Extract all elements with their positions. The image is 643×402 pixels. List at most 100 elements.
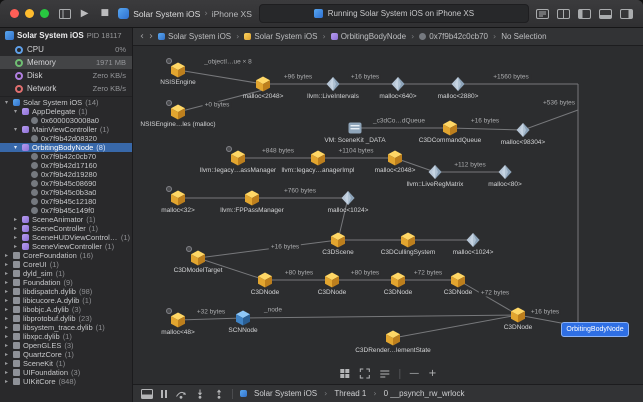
minimize-window-button[interactable]: [25, 9, 34, 18]
graph-node-cube[interactable]: [243, 189, 261, 207]
scheme-selector[interactable]: Solar System iOS › iPhone XS: [118, 8, 252, 19]
disclosure-closed-icon[interactable]: ▸: [3, 288, 10, 295]
close-window-button[interactable]: [10, 9, 19, 18]
breadcrumb-item[interactable]: 0x7f9b42c0cb70: [419, 32, 488, 41]
tree-item[interactable]: ▸UIFoundation(3): [0, 368, 132, 377]
step-out-icon[interactable]: [213, 389, 225, 399]
graph-node-selected[interactable]: OrbitingBodyNode: [561, 322, 629, 337]
graph-node-diamond[interactable]: [464, 231, 482, 249]
tree-item[interactable]: ▸QuartzCore(1): [0, 350, 132, 359]
debug-frame[interactable]: 0 __psynch_rw_wrlock: [384, 389, 465, 398]
tree-item[interactable]: ▸libobjc.A.dylib(3): [0, 305, 132, 314]
graph-node-cube[interactable]: [189, 249, 207, 267]
forward-button[interactable]: ›: [149, 32, 153, 42]
breadcrumb-item[interactable]: No Selection: [501, 32, 546, 41]
fullscreen-window-button[interactable]: [40, 9, 49, 18]
breadcrumb-item[interactable]: Solar System iOS: [244, 32, 317, 41]
disclosure-closed-icon[interactable]: ▸: [3, 306, 10, 313]
tree-item[interactable]: ▸dyld_sim(1): [0, 269, 132, 278]
graph-orientation-icon[interactable]: [339, 368, 350, 379]
disclosure-open-icon[interactable]: ▾: [3, 99, 10, 106]
graph-node-cube[interactable]: [169, 61, 187, 79]
tree-item[interactable]: ▾OrbitingBodyNode(8): [0, 143, 132, 152]
zoom-out-button[interactable]: —: [409, 369, 419, 379]
disclosure-open-icon[interactable]: ▾: [12, 126, 19, 133]
tree-item[interactable]: ▸UIKitCore(848): [0, 377, 132, 386]
tree-item[interactable]: ▸libxpc.dylib(1): [0, 332, 132, 341]
gauge-row-disk[interactable]: DiskZero KB/s: [0, 69, 132, 82]
process-row[interactable]: Solar System iOS PID 18117: [0, 28, 132, 43]
graph-node-vm[interactable]: [346, 119, 364, 137]
graph-node-diamond[interactable]: [449, 75, 467, 93]
tree-item[interactable]: ▸SceneAnimator(1): [0, 215, 132, 224]
disclosure-open-icon[interactable]: ▾: [12, 144, 19, 151]
graph-node-cube[interactable]: [386, 149, 404, 167]
tree-item[interactable]: 0x6000030008a0: [0, 116, 132, 125]
disclosure-closed-icon[interactable]: ▸: [3, 324, 10, 331]
tree-item[interactable]: ▸SceneKit(1): [0, 359, 132, 368]
tree-item[interactable]: 0x7f9b42d19280: [0, 170, 132, 179]
graph-node-cube[interactable]: [169, 189, 187, 207]
graph-node-cube[interactable]: [254, 75, 272, 93]
graph-node-diamond[interactable]: [389, 75, 407, 93]
hide-inspector-icon[interactable]: [620, 9, 633, 19]
graph-node-diamond[interactable]: [339, 189, 357, 207]
disclosure-closed-icon[interactable]: ▸: [3, 342, 10, 349]
tree-item[interactable]: ▸OpenGLES(3): [0, 341, 132, 350]
breadcrumb-item[interactable]: Solar System iOS: [158, 32, 231, 41]
stop-button[interactable]: ■: [98, 6, 111, 22]
tree-item[interactable]: ▸SceneViewController(1): [0, 242, 132, 251]
assistant-editor-icon[interactable]: [557, 9, 570, 19]
tree-item[interactable]: 0x7f9b42d08320: [0, 134, 132, 143]
tree-item[interactable]: ▾Solar System iOS(14): [0, 98, 132, 107]
pause-icon[interactable]: [160, 389, 168, 399]
graph-node-cube[interactable]: [399, 231, 417, 249]
disclosure-closed-icon[interactable]: ▸: [12, 216, 19, 223]
disclosure-closed-icon[interactable]: ▸: [3, 279, 10, 286]
disclosure-open-icon[interactable]: ▾: [12, 108, 19, 115]
disclosure-closed-icon[interactable]: ▸: [3, 297, 10, 304]
disclosure-closed-icon[interactable]: ▸: [3, 369, 10, 376]
run-button[interactable]: ▶: [78, 6, 91, 22]
step-over-icon[interactable]: [175, 389, 187, 399]
debug-thread[interactable]: Thread 1: [334, 389, 366, 398]
graph-node-cube[interactable]: [384, 329, 402, 347]
tree-item[interactable]: 0x7f9b45c149f0: [0, 206, 132, 215]
disclosure-closed-icon[interactable]: ▸: [12, 225, 19, 232]
disclosure-closed-icon[interactable]: ▸: [12, 234, 19, 241]
tree-item[interactable]: 0x7f9b42c0cb70: [0, 152, 132, 161]
breadcrumb-item[interactable]: OrbitingBodyNode: [331, 32, 406, 41]
tree-item[interactable]: ▸libdispatch.dylib(98): [0, 287, 132, 296]
graph-node-cube[interactable]: [509, 306, 527, 324]
graph-node-diamond[interactable]: [496, 163, 514, 181]
graph-node-cube[interactable]: [441, 119, 459, 137]
graph-node-cube[interactable]: [323, 271, 341, 289]
disclosure-closed-icon[interactable]: ▸: [3, 270, 10, 277]
graph-node-cube[interactable]: [389, 271, 407, 289]
hide-debug-area-icon[interactable]: [599, 9, 612, 19]
back-button[interactable]: ‹: [140, 32, 144, 42]
debug-area-toggle-icon[interactable]: [141, 389, 153, 399]
tree-item[interactable]: ▸SceneController(1): [0, 224, 132, 233]
graph-node-cube[interactable]: [449, 271, 467, 289]
disclosure-closed-icon[interactable]: ▸: [3, 360, 10, 367]
tree-item[interactable]: 0x7f9b45c0b3a0: [0, 188, 132, 197]
gauge-row-memory[interactable]: Memory1971 MB: [0, 56, 132, 69]
disclosure-closed-icon[interactable]: ▸: [3, 333, 10, 340]
tree-item[interactable]: 0x7f9b45c12180: [0, 197, 132, 206]
disclosure-closed-icon[interactable]: ▸: [3, 378, 10, 385]
standard-editor-icon[interactable]: [536, 9, 549, 19]
graph-node-cube[interactable]: [256, 271, 274, 289]
zoom-in-button[interactable]: +: [428, 369, 436, 379]
graph-node-cube[interactable]: [329, 231, 347, 249]
tree-item[interactable]: ▸libsystem_trace.dylib(1): [0, 323, 132, 332]
graph-node-bluecube[interactable]: [234, 309, 252, 327]
compress-graph-icon[interactable]: [379, 368, 390, 379]
tree-item[interactable]: ▾AppDelegate(1): [0, 107, 132, 116]
graph-node-diamond[interactable]: [514, 121, 532, 139]
tree-item[interactable]: ▸libprotobuf.dylib(23): [0, 314, 132, 323]
disclosure-closed-icon[interactable]: ▸: [3, 261, 10, 268]
gauge-row-network[interactable]: NetworkZero KB/s: [0, 82, 132, 95]
graph-canvas[interactable]: — + _objectI…ue × 8+96 bytes+16 bytes+15…: [133, 46, 643, 384]
gauge-row-cpu[interactable]: CPU0%: [0, 43, 132, 56]
